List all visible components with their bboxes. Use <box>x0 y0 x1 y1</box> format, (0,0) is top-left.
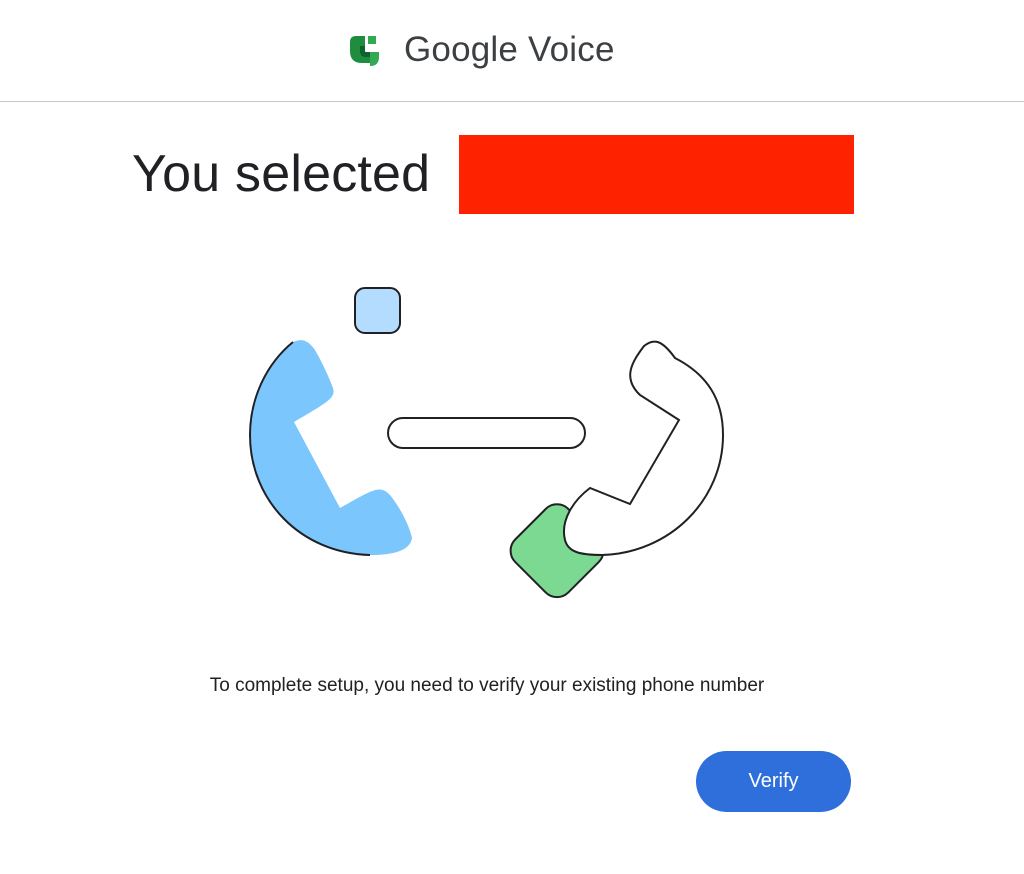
page-title: You selected <box>132 134 430 214</box>
app-header: Google Voice <box>0 0 1024 102</box>
phone-handset-right-icon <box>563 340 725 557</box>
app-name: Google Voice <box>404 30 615 69</box>
phone-handset-left-icon <box>250 340 412 555</box>
redacted-phone-number <box>459 135 854 214</box>
phones-illustration <box>230 270 750 615</box>
google-voice-logo-icon <box>346 30 386 70</box>
connection-bar <box>387 417 586 449</box>
page-title-text: You selected <box>132 145 431 203</box>
verify-setup-page: Google Voice You selected To complete se… <box>0 0 1024 874</box>
brand: Google Voice <box>346 28 615 72</box>
verify-button[interactable]: Verify <box>696 751 851 812</box>
square-accent-blue <box>354 287 401 334</box>
verification-message: To complete setup, you need to verify yo… <box>209 675 765 696</box>
